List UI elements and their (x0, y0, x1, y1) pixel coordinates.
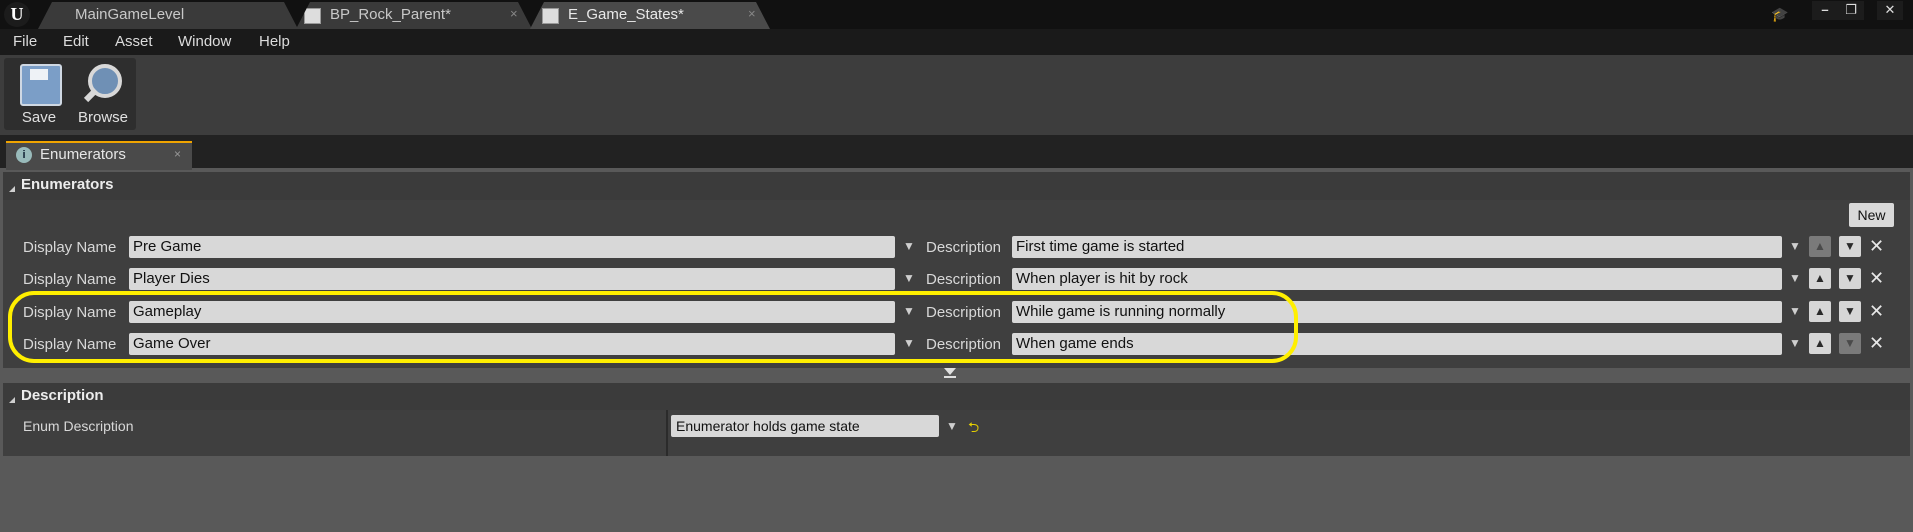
section-title: Description (21, 387, 104, 404)
graduation-cap-icon[interactable]: 🎓 (1771, 6, 1789, 22)
enumerators-section-header[interactable]: Enumerators (3, 172, 1910, 200)
menu-help[interactable]: Help (259, 33, 290, 50)
dropdown-arrow-icon[interactable]: ▼ (1789, 336, 1801, 350)
title-bar: U MainGameLevel BP_Rock_Parent* × E_Game… (0, 0, 1913, 29)
dropdown-arrow-icon[interactable]: ▼ (946, 419, 958, 433)
dropdown-arrow-icon[interactable]: ▼ (903, 271, 915, 285)
move-down-button[interactable]: ▼ (1839, 268, 1861, 289)
splitter-arrow-icon[interactable] (944, 368, 956, 375)
toolbar-group: Save Browse (4, 58, 136, 130)
blueprint-icon (304, 8, 321, 24)
tab-label: MainGameLevel (75, 6, 185, 23)
tab-label: BP_Rock_Parent* (330, 6, 451, 23)
display-name-label: Display Name (23, 239, 117, 256)
enumerator-row: Display Name Pre Game ▼ Description First ti… (3, 233, 1910, 263)
description-area (3, 410, 1910, 456)
menu-file[interactable]: File (13, 33, 37, 50)
panel-tab-label: Enumerators (40, 146, 126, 163)
move-up-button[interactable]: ▲ (1809, 268, 1831, 289)
tab-close-icon[interactable]: × (748, 6, 756, 21)
new-enumerator-button[interactable]: New (1849, 203, 1894, 227)
collapse-arrow-icon[interactable] (9, 391, 15, 403)
dropdown-arrow-icon[interactable]: ▼ (1789, 239, 1801, 253)
delete-icon[interactable]: ✕ (1869, 334, 1884, 352)
info-icon: i (16, 147, 32, 163)
delete-icon[interactable]: ✕ (1869, 237, 1884, 255)
move-up-button[interactable]: ▲ (1809, 333, 1831, 354)
close-window-button[interactable]: ✕ (1877, 1, 1903, 20)
enum-description-field[interactable]: Enumerator holds game state (671, 415, 939, 437)
column-divider[interactable] (666, 410, 668, 456)
description-input[interactable]: First time game is started (1012, 236, 1782, 258)
delete-icon[interactable]: ✕ (1869, 269, 1884, 287)
delete-icon[interactable]: ✕ (1869, 302, 1884, 320)
enum-asset-icon (542, 8, 559, 24)
restore-button[interactable]: ❐ (1838, 1, 1864, 20)
tab-bp-rock-parent[interactable]: BP_Rock_Parent* × (296, 2, 532, 29)
tab-label: E_Game_States* (568, 6, 684, 23)
menu-asset[interactable]: Asset (115, 33, 153, 50)
description-label: Description (926, 271, 1002, 288)
tab-enumerators-panel[interactable]: i Enumerators × (6, 141, 192, 170)
display-name-input[interactable]: Pre Game (129, 236, 895, 258)
move-up-button[interactable]: ▲ (1809, 301, 1831, 322)
browse-button[interactable]: Browse (72, 58, 134, 130)
description-section-header[interactable]: Description (3, 383, 1910, 411)
menu-edit[interactable]: Edit (63, 33, 89, 50)
highlight-annotation (8, 291, 1298, 363)
dropdown-arrow-icon[interactable]: ▼ (1789, 271, 1801, 285)
dropdown-arrow-icon[interactable]: ▼ (903, 239, 915, 253)
move-down-button[interactable]: ▼ (1839, 236, 1861, 257)
tab-e-game-states[interactable]: E_Game_States* × (530, 2, 770, 29)
reset-to-default-icon[interactable]: ⮌ (968, 417, 979, 441)
splitter-line (944, 376, 956, 378)
menu-bar: File Edit Asset Window Help (0, 29, 1913, 55)
display-name-input[interactable]: Player Dies (129, 268, 895, 290)
description-input[interactable]: When player is hit by rock (1012, 268, 1782, 290)
enum-description-label: Enum Description (23, 418, 134, 434)
dropdown-arrow-icon[interactable]: ▼ (1789, 304, 1801, 318)
magnifier-icon (84, 64, 122, 102)
save-label: Save (21, 109, 57, 126)
move-down-button[interactable]: ▼ (1839, 301, 1861, 322)
save-icon (20, 64, 62, 106)
save-button[interactable]: Save (8, 58, 70, 130)
panel-tab-strip: i Enumerators × (0, 135, 1913, 170)
panel-close-icon[interactable]: × (174, 147, 181, 161)
move-up-button[interactable]: ▲ (1809, 236, 1831, 257)
description-label: Description (926, 239, 1002, 256)
minimize-button[interactable]: – (1812, 1, 1838, 20)
collapse-arrow-icon[interactable] (9, 180, 15, 192)
browse-label: Browse (77, 109, 129, 126)
display-name-label: Display Name (23, 271, 117, 288)
unreal-logo-icon[interactable]: U (4, 2, 30, 27)
tab-main-game-level[interactable]: MainGameLevel (38, 2, 298, 29)
tab-close-icon[interactable]: × (510, 6, 518, 21)
move-down-button[interactable]: ▼ (1839, 333, 1861, 354)
toolbar: Save Browse (0, 55, 1913, 135)
section-title: Enumerators (21, 176, 114, 193)
menu-window[interactable]: Window (178, 33, 231, 50)
